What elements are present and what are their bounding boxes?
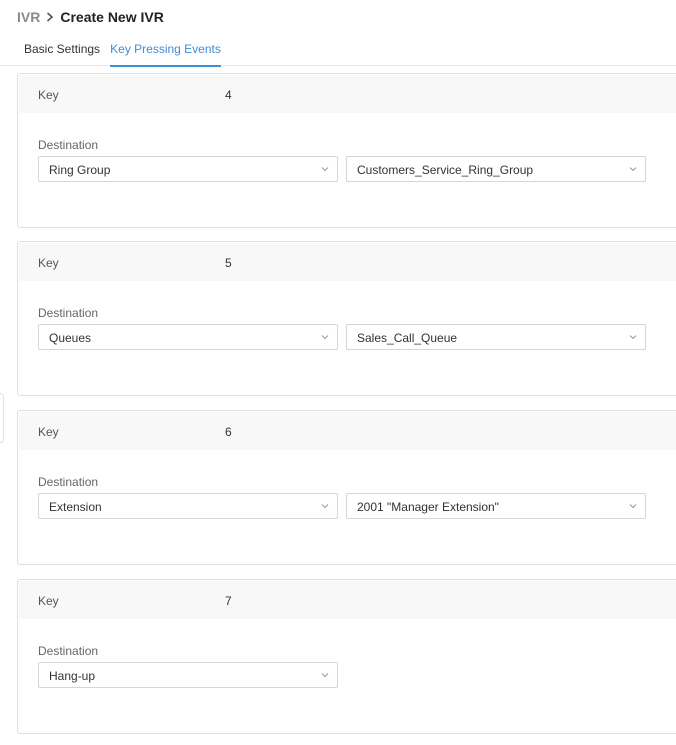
key-label: Key bbox=[38, 594, 59, 608]
key-event-card: Key 4 Destination Ring Group Customers_S… bbox=[17, 73, 676, 228]
destination-label: Destination bbox=[38, 138, 99, 152]
key-label: Key bbox=[38, 88, 59, 102]
select-value: Customers_Service_Ring_Group bbox=[357, 163, 534, 177]
breadcrumb-root-link[interactable]: IVR bbox=[17, 9, 40, 25]
destination-label: Destination bbox=[38, 644, 99, 658]
breadcrumb: IVR Create New IVR bbox=[17, 9, 164, 25]
chevron-down-icon bbox=[321, 504, 329, 509]
destination-type-select[interactable]: Ring Group bbox=[38, 156, 338, 182]
key-value: 4 bbox=[225, 88, 232, 102]
chevron-down-icon bbox=[629, 167, 637, 172]
select-value: Sales_Call_Queue bbox=[357, 331, 458, 345]
chevron-right-icon bbox=[46, 12, 54, 22]
key-value: 5 bbox=[225, 256, 232, 270]
page-title: Create New IVR bbox=[60, 9, 164, 25]
card-header bbox=[19, 75, 676, 113]
select-value: Hang-up bbox=[49, 669, 96, 683]
destination-type-select[interactable]: Hang-up bbox=[38, 662, 338, 688]
select-value: Ring Group bbox=[49, 163, 111, 177]
chevron-down-icon bbox=[321, 673, 329, 678]
chevron-down-icon bbox=[629, 504, 637, 509]
chevron-down-icon bbox=[629, 335, 637, 340]
select-value: 2001 "Manager Extension" bbox=[357, 500, 499, 514]
side-panel-handle[interactable] bbox=[0, 393, 4, 443]
key-event-card: Key 5 Destination Queues Sales_Call_Queu… bbox=[17, 241, 676, 396]
chevron-down-icon bbox=[321, 167, 329, 172]
key-event-card: Key 6 Destination Extension 2001 "Manage… bbox=[17, 410, 676, 565]
key-event-card: Key 7 Destination Hang-up bbox=[17, 579, 676, 734]
key-value: 7 bbox=[225, 594, 232, 608]
card-header bbox=[19, 581, 676, 619]
destination-target-select[interactable]: Customers_Service_Ring_Group bbox=[346, 156, 646, 182]
destination-target-select[interactable]: Sales_Call_Queue bbox=[346, 324, 646, 350]
card-header bbox=[19, 243, 676, 281]
page-header: IVR Create New IVR Basic Settings Key Pr… bbox=[0, 0, 676, 67]
destination-label: Destination bbox=[38, 475, 99, 489]
tab-basic-settings[interactable]: Basic Settings bbox=[24, 34, 100, 66]
chevron-down-icon bbox=[321, 335, 329, 340]
destination-type-select[interactable]: Queues bbox=[38, 324, 338, 350]
destination-type-select[interactable]: Extension bbox=[38, 493, 338, 519]
key-label: Key bbox=[38, 425, 59, 439]
select-value: Queues bbox=[49, 331, 92, 345]
active-tab-indicator bbox=[110, 65, 221, 67]
select-value: Extension bbox=[49, 500, 102, 514]
key-value: 6 bbox=[225, 425, 232, 439]
tab-key-pressing-events[interactable]: Key Pressing Events bbox=[110, 34, 221, 67]
tab-label: Basic Settings bbox=[24, 42, 101, 56]
tab-label: Key Pressing Events bbox=[110, 42, 221, 56]
destination-target-select[interactable]: 2001 "Manager Extension" bbox=[346, 493, 646, 519]
key-label: Key bbox=[38, 256, 59, 270]
card-header bbox=[19, 412, 676, 450]
destination-label: Destination bbox=[38, 306, 99, 320]
